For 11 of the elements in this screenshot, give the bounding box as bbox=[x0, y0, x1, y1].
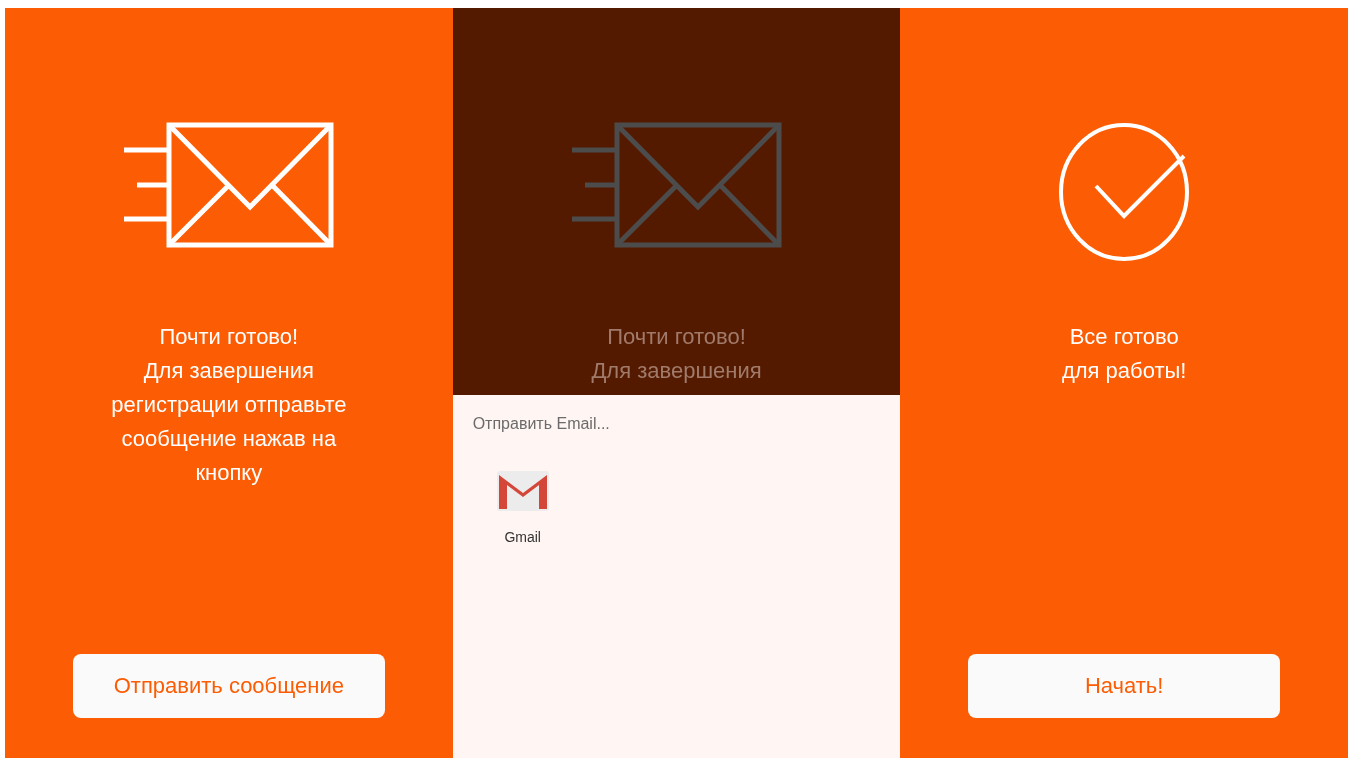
message-text: Почти готово! Для завершения регистрации отправьте сообщение нажав на кнопку bbox=[111, 323, 347, 487]
action-button[interactable]: Отправить сообщение bbox=[72, 654, 385, 718]
message-text: Все готово для работы! bbox=[1061, 323, 1187, 385]
action-button[interactable]: Начать! bbox=[968, 654, 1281, 718]
app-item[interactable]: Gmail bbox=[472, 469, 573, 545]
envelope-icon bbox=[571, 122, 782, 248]
mail-app-icon bbox=[494, 469, 551, 513]
message-text: Почти готово! Для завершения bbox=[591, 323, 762, 385]
envelope-icon bbox=[123, 122, 334, 248]
checkmark-circle-icon bbox=[1058, 122, 1191, 262]
sheet-title: Отправить Email... bbox=[472, 415, 611, 433]
